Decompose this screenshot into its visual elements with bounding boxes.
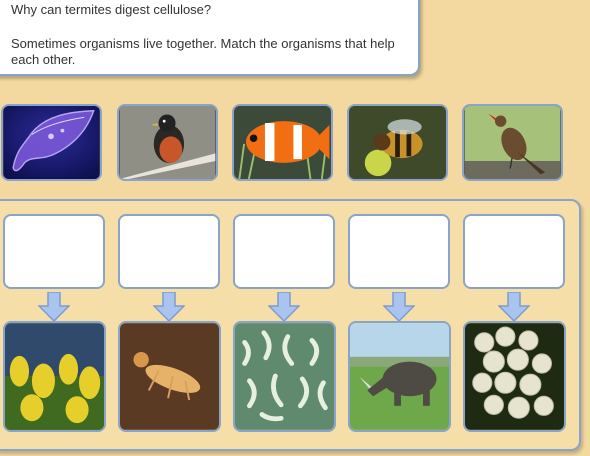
drop-box-2[interactable] [118,214,220,289]
rhinoceros-image [350,323,449,430]
drop-box-1[interactable] [3,214,105,289]
drop-box-5[interactable] [463,214,565,289]
card-bee[interactable] [347,104,448,181]
oxpecker-image [464,106,561,179]
bee-image [349,106,446,179]
goldenrod-image [5,323,104,430]
protozoan-image [3,106,100,179]
eggs-image [465,323,564,430]
card-protozoan[interactable] [1,104,102,181]
target-rhinoceros [348,321,451,432]
card-oxpecker[interactable] [462,104,563,181]
target-eggs [463,321,566,432]
target-sea-anemone [233,321,336,432]
target-goldenrod [3,321,106,432]
termite-image [120,323,219,430]
card-robin[interactable] [117,104,218,181]
down-arrow-icon [153,292,185,322]
instruction-text: Sometimes organisms live together. Match… [11,36,395,67]
down-arrow-icon [383,292,415,322]
question-box: Why can termites digest cellulose? Somet… [0,0,420,76]
down-arrow-icon [38,292,70,322]
robin-image [119,106,216,179]
target-termite [118,321,221,432]
sea-anemone-image [235,323,334,430]
drop-box-4[interactable] [348,214,450,289]
down-arrow-icon [268,292,300,322]
card-clownfish[interactable] [232,104,333,181]
clownfish-image [234,106,331,179]
drop-box-3[interactable] [233,214,335,289]
question-text: Why can termites digest cellulose? [11,2,212,17]
down-arrow-icon [498,292,530,322]
